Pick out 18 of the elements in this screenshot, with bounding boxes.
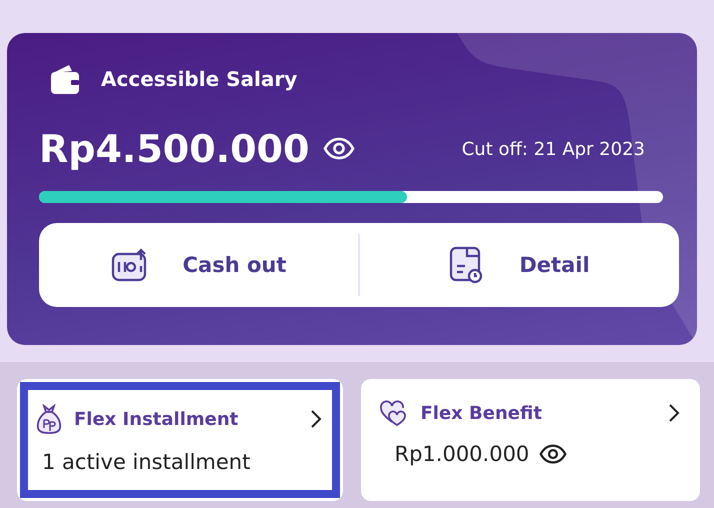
feature-card[interactable]: Flex Benefit Rp1.000.000	[360, 379, 700, 501]
salary-amount: Rp4.500.000	[39, 127, 310, 171]
feature-value: 1 active installment	[42, 450, 250, 474]
hearts-icon	[378, 400, 408, 426]
chevron-right-icon	[668, 403, 680, 423]
wallet-icon	[49, 63, 81, 95]
cutoff-date: Cut off: 21 Apr 2023	[462, 138, 645, 160]
eye-icon[interactable]	[539, 444, 568, 464]
feature-title: Flex Installment	[74, 408, 238, 430]
card-title: Accessible Salary	[101, 67, 298, 91]
detail-button[interactable]: Detail	[360, 223, 679, 307]
feature-value: Rp1.000.000	[394, 442, 530, 466]
money-upload-icon	[110, 248, 149, 282]
money-bag-icon	[36, 404, 62, 434]
cash-out-button[interactable]: Cash out	[39, 223, 358, 307]
chevron-right-icon	[310, 409, 322, 429]
feature-card[interactable]: Flex Installment 1 active installment	[17, 379, 342, 501]
feature-title: Flex Benefit	[420, 402, 542, 424]
